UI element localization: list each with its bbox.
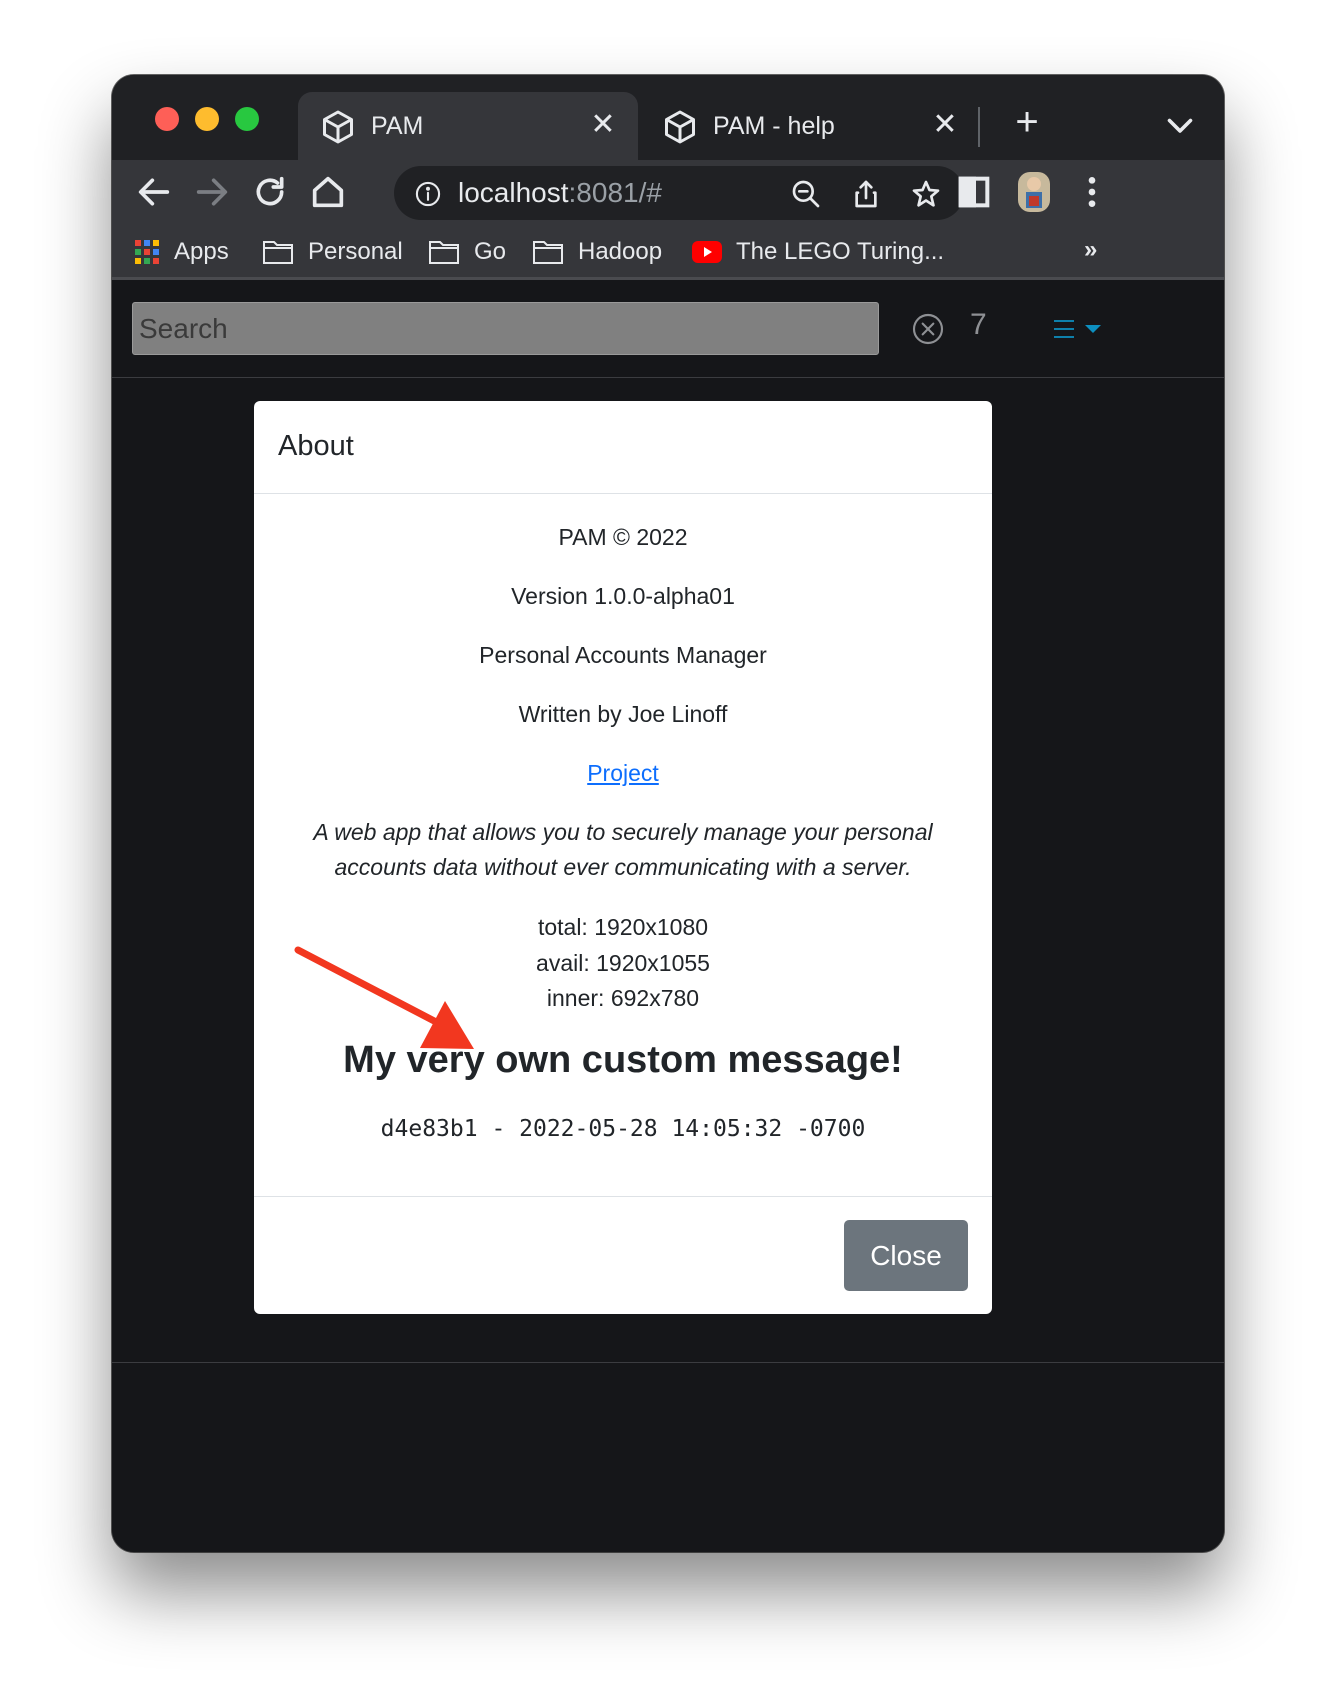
bookmark-hadoop[interactable]: Hadoop (532, 234, 662, 270)
dialog-body: PAM © 2022 Version 1.0.0-alpha01 Persona… (254, 494, 992, 1196)
side-panel-icon[interactable] (954, 172, 994, 212)
version-text: Version 1.0.0-alpha01 (511, 583, 735, 609)
home-icon[interactable] (308, 172, 348, 212)
back-icon[interactable] (134, 172, 174, 212)
tab-bar: PAM ✕ PAM - help ✕ + (112, 75, 1224, 160)
tab-pam-help[interactable]: PAM - help ✕ (640, 92, 980, 160)
dialog-footer: Close (254, 1196, 992, 1314)
description-line-2: accounts data without ever communicating… (334, 854, 912, 880)
bookmark-label: Go (474, 238, 507, 265)
reload-icon[interactable] (250, 172, 290, 212)
description-line-1: A web app that allows you to securely ma… (313, 819, 933, 845)
minimize-window-button[interactable] (195, 107, 219, 131)
bookmark-apps[interactable]: Apps (134, 234, 229, 270)
bookmark-lego-turing[interactable]: The LEGO Turing... (692, 234, 944, 270)
tab-divider (978, 107, 980, 147)
browser-toolbar: localhost:8081/# (112, 160, 1224, 224)
screen-total-text: total: 1920x1080 (537, 914, 709, 940)
bookmark-go[interactable]: Go (428, 234, 506, 270)
more-bookmarks-button[interactable]: » (1084, 236, 1097, 264)
folder-icon (429, 241, 459, 264)
footer-divider (112, 1362, 1224, 1363)
forward-icon[interactable] (192, 172, 232, 212)
youtube-icon (692, 241, 722, 263)
menu-dropdown-icon[interactable] (1050, 318, 1104, 340)
bookmark-label: Hadoop (578, 238, 663, 265)
tab-title: PAM - help (713, 112, 835, 140)
chevron-down-icon[interactable] (1162, 107, 1198, 143)
zoom-out-icon[interactable] (790, 178, 822, 210)
dialog-title: About (278, 430, 354, 462)
cube-icon (665, 110, 695, 144)
project-link[interactable]: Project (587, 760, 659, 786)
copyright-text: PAM © 2022 (558, 524, 688, 550)
search-input[interactable] (132, 302, 879, 355)
bookmark-star-icon[interactable] (910, 178, 942, 210)
close-button[interactable]: Close (844, 1220, 968, 1291)
folder-icon (263, 241, 293, 264)
url-text: localhost:8081/# (458, 177, 662, 209)
annotation-arrow-icon (294, 946, 474, 1049)
app-name-text: Personal Accounts Manager (479, 642, 767, 668)
browser-window: PAM ✕ PAM - help ✕ + localhost:8081/# Ap… (112, 75, 1224, 1552)
tab-pam[interactable]: PAM ✕ (298, 92, 638, 160)
bookmarks-bar: Apps Personal Go Hadoop The LEGO Turing.… (112, 224, 1224, 280)
url-host: localhost (458, 177, 569, 208)
close-window-button[interactable] (155, 107, 179, 131)
bookmark-label: The LEGO Turing... (736, 238, 945, 265)
bookmark-personal[interactable]: Personal (262, 234, 403, 270)
dialog-header: About (254, 401, 992, 494)
bookmark-label: Personal (308, 238, 403, 265)
tab-title: PAM (371, 112, 424, 140)
address-bar[interactable]: localhost:8081/# (394, 166, 964, 220)
about-dialog: About PAM © 2022 Version 1.0.0-alpha01 P… (254, 401, 992, 1314)
bookmark-label: Apps (174, 238, 229, 265)
page-content: 7 About PAM © 2022 Version 1.0.0-alpha01… (112, 280, 1224, 1552)
kebab-menu-icon[interactable] (1072, 172, 1112, 212)
clear-search-icon[interactable] (912, 313, 944, 345)
tab-close-icon[interactable]: ✕ (928, 108, 962, 142)
apps-grid-icon (135, 240, 159, 264)
custom-message: My very own custom message! (343, 1039, 903, 1081)
info-icon[interactable] (414, 180, 442, 208)
zoom-window-button[interactable] (235, 107, 259, 131)
app-navbar: 7 (112, 280, 1224, 378)
author-text: Written by Joe Linoff (518, 701, 728, 727)
record-count: 7 (970, 308, 987, 341)
cube-icon (323, 110, 353, 144)
build-info: d4e83b1 - 2022-05-28 14:05:32 -0700 (380, 1116, 866, 1142)
new-tab-button[interactable]: + (1005, 102, 1049, 146)
share-icon[interactable] (850, 178, 882, 210)
folder-icon (533, 241, 563, 264)
tab-close-icon[interactable]: ✕ (586, 108, 620, 142)
profile-avatar[interactable] (1012, 170, 1056, 214)
url-port-path: :8081/# (568, 177, 662, 208)
